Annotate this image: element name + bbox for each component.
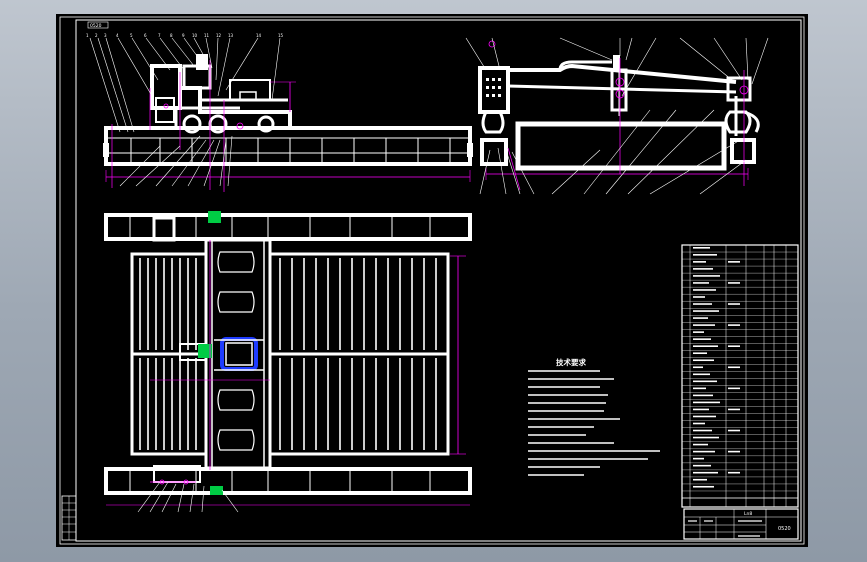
parts-row-text-mark — [693, 359, 714, 362]
title-name-cell: Ln8 — [744, 511, 752, 517]
border-tag: 0520 — [90, 23, 102, 29]
parts-row-text-mark — [693, 338, 711, 340]
svg-text:12: 12 — [216, 33, 222, 38]
parts-row-text-mark — [728, 408, 740, 411]
parts-list — [681, 244, 799, 508]
plan-view — [104, 211, 472, 513]
parts-row-text-mark — [693, 443, 708, 446]
parts-row-text-mark — [693, 289, 716, 291]
parts-row-text-mark — [693, 317, 708, 319]
cad-viewport[interactable]: 0520 1 2 3 4 5 6 7 8 9 10 11 12 13 14 15… — [0, 0, 867, 562]
parts-row-text-mark — [693, 282, 709, 284]
side-elevation-view: 123 456 789 10 11 12 13 14 15 — [86, 33, 473, 192]
parts-row-text-mark — [693, 457, 704, 460]
parts-row-text-mark — [728, 450, 740, 453]
parts-row-text-mark — [693, 261, 706, 263]
svg-text:13: 13 — [228, 33, 234, 38]
parts-row-text-mark — [693, 450, 715, 453]
svg-text:8: 8 — [170, 33, 173, 38]
parts-row-text-mark — [728, 282, 740, 284]
svg-text:3: 3 — [104, 33, 107, 38]
parts-row-text-mark — [728, 303, 740, 305]
svg-text:11: 11 — [204, 33, 210, 38]
parts-row-text-mark — [693, 471, 718, 474]
parts-row-text-mark — [693, 268, 713, 270]
parts-row-text-mark — [693, 401, 720, 404]
parts-row-text-mark — [693, 366, 703, 369]
parts-row-text-mark — [693, 275, 720, 277]
parts-row-text-mark — [693, 429, 712, 432]
parts-row-text-mark — [693, 345, 718, 347]
parts-row-text-mark — [693, 303, 712, 305]
parts-row-text-mark — [693, 415, 716, 418]
svg-text:14: 14 — [256, 33, 262, 38]
parts-row-text-mark — [728, 471, 740, 474]
end-elevation-view — [465, 37, 769, 195]
notes-title: 技术要求 — [556, 357, 586, 367]
parts-row-text-mark — [693, 331, 704, 333]
parts-row-text-mark — [728, 387, 740, 390]
parts-row-text-mark — [693, 254, 717, 256]
svg-text:6: 6 — [144, 33, 147, 38]
parts-row-text-mark — [693, 373, 710, 376]
parts-row-text-mark — [693, 324, 715, 326]
parts-row-text-mark — [693, 352, 707, 355]
svg-text:9: 9 — [182, 33, 185, 38]
parts-row-text-mark — [693, 387, 706, 390]
parts-row-text-mark — [693, 485, 714, 488]
cad-drawing: 0520 1 2 3 4 5 6 7 8 9 10 11 12 13 14 15… — [59, 16, 805, 545]
parts-row-text-mark — [693, 394, 713, 397]
parts-row-text-mark — [693, 310, 719, 312]
parts-row-text-mark — [693, 464, 711, 467]
parts-row-text-mark — [728, 366, 740, 369]
parts-row-text-mark — [728, 345, 740, 347]
parts-row-text-mark — [728, 261, 740, 263]
svg-text:4: 4 — [116, 33, 119, 38]
parts-row-text-mark — [693, 247, 710, 249]
title-block: Ln8 0520 — [683, 508, 799, 540]
parts-row-text-mark — [693, 436, 719, 439]
svg-text:1: 1 — [86, 33, 89, 38]
parts-row-text-mark — [693, 296, 705, 298]
parts-row-text-mark — [693, 380, 717, 383]
parts-row-text-mark — [728, 429, 740, 432]
parts-row-text-mark — [693, 422, 705, 425]
parts-row-text-mark — [693, 478, 707, 481]
svg-text:15: 15 — [278, 33, 284, 38]
svg-text:2: 2 — [95, 33, 98, 38]
technical-notes: 技术要求 — [528, 357, 660, 476]
svg-text:7: 7 — [158, 33, 161, 38]
svg-text:10: 10 — [192, 33, 198, 38]
title-code-cell: 0520 — [778, 526, 791, 532]
revision-stamp — [61, 495, 77, 541]
parts-row-text-mark — [693, 408, 709, 411]
svg-text:5: 5 — [130, 33, 133, 38]
parts-row-text-mark — [728, 324, 740, 326]
